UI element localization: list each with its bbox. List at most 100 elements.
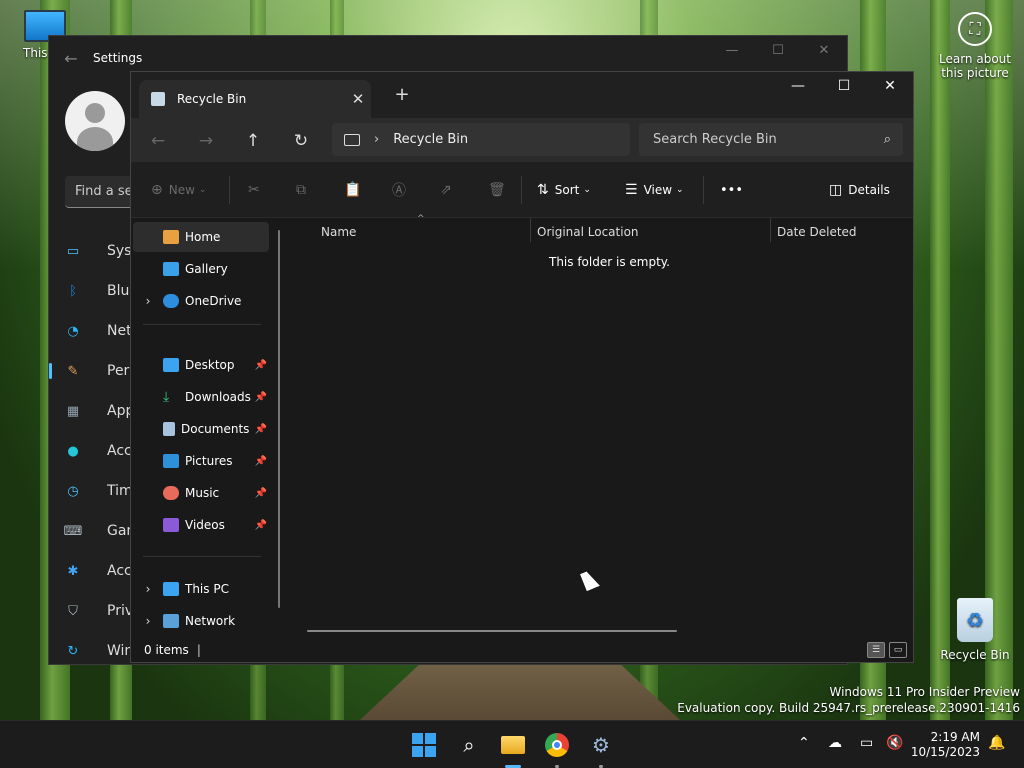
cloud-icon xyxy=(163,294,179,308)
chevron-up-icon[interactable]: ⌃ xyxy=(798,735,810,751)
close-tab-icon[interactable]: ✕ xyxy=(345,90,371,108)
search-input[interactable]: Search Recycle Bin ⌕ xyxy=(639,123,903,156)
details-pane-icon: ◫ xyxy=(829,182,843,198)
maximize-button[interactable]: ☐ xyxy=(755,36,801,66)
more-options-button[interactable]: ••• xyxy=(720,180,743,200)
start-button[interactable] xyxy=(410,731,438,759)
file-explorer-taskbar-icon[interactable] xyxy=(499,731,527,759)
nav-item-videos[interactable]: Videos 📌 xyxy=(133,510,269,540)
scissors-icon: ✂ xyxy=(248,182,260,198)
download-icon: ⤓ xyxy=(163,389,170,405)
rename-button[interactable]: Ⓐ xyxy=(392,180,412,200)
pin-icon[interactable]: 📌 xyxy=(255,360,267,371)
horizontal-scrollbar[interactable] xyxy=(307,630,677,632)
close-button[interactable]: ✕ xyxy=(801,36,847,66)
item-count: 0 items xyxy=(144,643,189,657)
chevron-right-icon[interactable]: › xyxy=(374,132,379,147)
copy-button[interactable]: ⧉ xyxy=(296,180,312,200)
nav-label: Downloads xyxy=(185,390,251,404)
chrome-taskbar-icon[interactable] xyxy=(543,731,571,759)
view-button[interactable]: ☰ View ⌄ xyxy=(625,180,684,200)
minimize-button[interactable]: — xyxy=(709,36,755,66)
breadcrumb[interactable]: Recycle Bin xyxy=(393,132,468,147)
refresh-icon[interactable]: ↻ xyxy=(288,128,314,154)
delete-button[interactable]: 🗑 xyxy=(488,180,512,200)
recycle-bin-icon xyxy=(957,598,993,642)
search-icon: ⌕ xyxy=(883,132,891,147)
chevron-right-icon[interactable]: › xyxy=(133,614,163,628)
cut-button[interactable]: ✂ xyxy=(248,180,266,200)
nav-item-home[interactable]: Home xyxy=(133,222,269,252)
pin-icon[interactable]: 📌 xyxy=(255,424,267,435)
settings-taskbar-icon[interactable]: ⚙ xyxy=(587,731,615,759)
nav-label: Gallery xyxy=(185,262,228,276)
chevron-right-icon[interactable]: › xyxy=(133,582,163,596)
details-label: Details xyxy=(848,183,890,197)
details-button[interactable]: ◫ Details xyxy=(829,180,890,200)
up-arrow-icon[interactable]: ↑ xyxy=(240,128,266,154)
nav-label: Pictures xyxy=(185,454,233,468)
column-header-name[interactable]: Name xyxy=(321,218,356,246)
pin-icon[interactable]: 📌 xyxy=(255,520,267,531)
onedrive-offline-icon[interactable]: ☁ xyxy=(828,735,842,751)
desktop-icon-recycle-bin[interactable]: Recycle Bin xyxy=(940,598,1010,662)
notifications-bell-icon[interactable]: 🔔 xyxy=(988,735,1005,751)
nav-label: This PC xyxy=(185,582,229,596)
details-view-icon[interactable]: ☰ xyxy=(867,642,885,658)
avatar[interactable] xyxy=(65,91,125,151)
document-icon xyxy=(163,422,175,436)
taskbar: ⌕ ⚙ ⌃ ☁ ▭ 🔇 2:19 AM 10/15/2023 🔔 xyxy=(0,720,1024,768)
nav-item-gallery[interactable]: Gallery xyxy=(133,254,269,284)
chevron-down-icon: ⌄ xyxy=(676,185,684,195)
watermark-line1: Windows 11 Pro Insider Preview xyxy=(829,685,1020,699)
forward-arrow-icon[interactable]: → xyxy=(193,128,219,154)
nav-label: Home xyxy=(185,230,221,244)
trash-icon: 🗑 xyxy=(488,182,506,198)
chevron-down-icon: ⌄ xyxy=(198,185,207,195)
nav-item-desktop[interactable]: Desktop 📌 xyxy=(133,350,269,380)
gallery-icon xyxy=(163,262,179,276)
pin-icon[interactable]: 📌 xyxy=(255,392,267,403)
pictures-icon xyxy=(163,454,179,468)
nav-item-pictures[interactable]: Pictures 📌 xyxy=(133,446,269,476)
network-status-icon[interactable]: ▭ xyxy=(860,735,873,751)
paste-button[interactable]: 📋 xyxy=(344,180,367,200)
pin-icon[interactable]: 📌 xyxy=(255,456,267,467)
nav-item-onedrive[interactable]: › OneDrive xyxy=(133,286,269,316)
time: 2:19 AM xyxy=(930,730,980,744)
home-icon xyxy=(163,230,179,244)
nav-scrollbar[interactable] xyxy=(278,230,280,608)
new-button[interactable]: ⊕ New ⌄ xyxy=(151,180,206,200)
music-icon xyxy=(163,486,179,500)
nav-item-network[interactable]: › Network xyxy=(133,606,269,636)
sort-button[interactable]: ⇅ Sort ⌄ xyxy=(537,180,591,200)
clock[interactable]: 2:19 AM 10/15/2023 xyxy=(911,730,980,760)
accessibility-icon: ✱ xyxy=(67,563,79,579)
maximize-button[interactable]: ☐ xyxy=(821,72,867,102)
share-button[interactable]: ⇗ xyxy=(440,180,458,200)
nav-item-music[interactable]: Music 📌 xyxy=(133,478,269,508)
back-arrow-icon[interactable]: ← xyxy=(49,49,93,68)
new-tab-button[interactable]: + xyxy=(389,84,415,105)
close-button[interactable]: ✕ xyxy=(867,72,913,102)
bluetooth-icon: ᛒ xyxy=(69,283,77,299)
search-icon[interactable]: ⌕ xyxy=(455,731,483,759)
back-arrow-icon[interactable]: ← xyxy=(145,128,171,154)
learn-about-picture[interactable]: ⛶ Learn about this picture xyxy=(935,12,1015,80)
nav-label: Videos xyxy=(185,518,225,532)
address-bar[interactable]: › Recycle Bin xyxy=(332,123,630,156)
command-bar: ⊕ New ⌄ ✂ ⧉ 📋 Ⓐ ⇗ 🗑 ⇅ Sort ⌄ ☰ View ⌄ ••… xyxy=(131,162,913,218)
chevron-right-icon[interactable]: › xyxy=(133,294,163,308)
minimize-button[interactable]: — xyxy=(775,72,821,102)
tab-recycle-bin[interactable]: Recycle Bin ✕ xyxy=(139,80,371,118)
column-header-original-location[interactable]: Original Location xyxy=(537,218,639,246)
column-header-date-deleted[interactable]: Date Deleted xyxy=(777,218,857,246)
new-label: New xyxy=(168,183,195,197)
nav-item-downloads[interactable]: ⤓ Downloads 📌 xyxy=(133,382,269,412)
pin-icon[interactable]: 📌 xyxy=(255,488,267,499)
volume-muted-icon[interactable]: 🔇 xyxy=(886,735,903,751)
tiles-view-icon[interactable]: ▭ xyxy=(889,642,907,658)
nav-item-documents[interactable]: Documents 📌 xyxy=(133,414,269,444)
folder-icon xyxy=(501,736,525,754)
nav-item-this-pc[interactable]: › This PC xyxy=(133,574,269,604)
